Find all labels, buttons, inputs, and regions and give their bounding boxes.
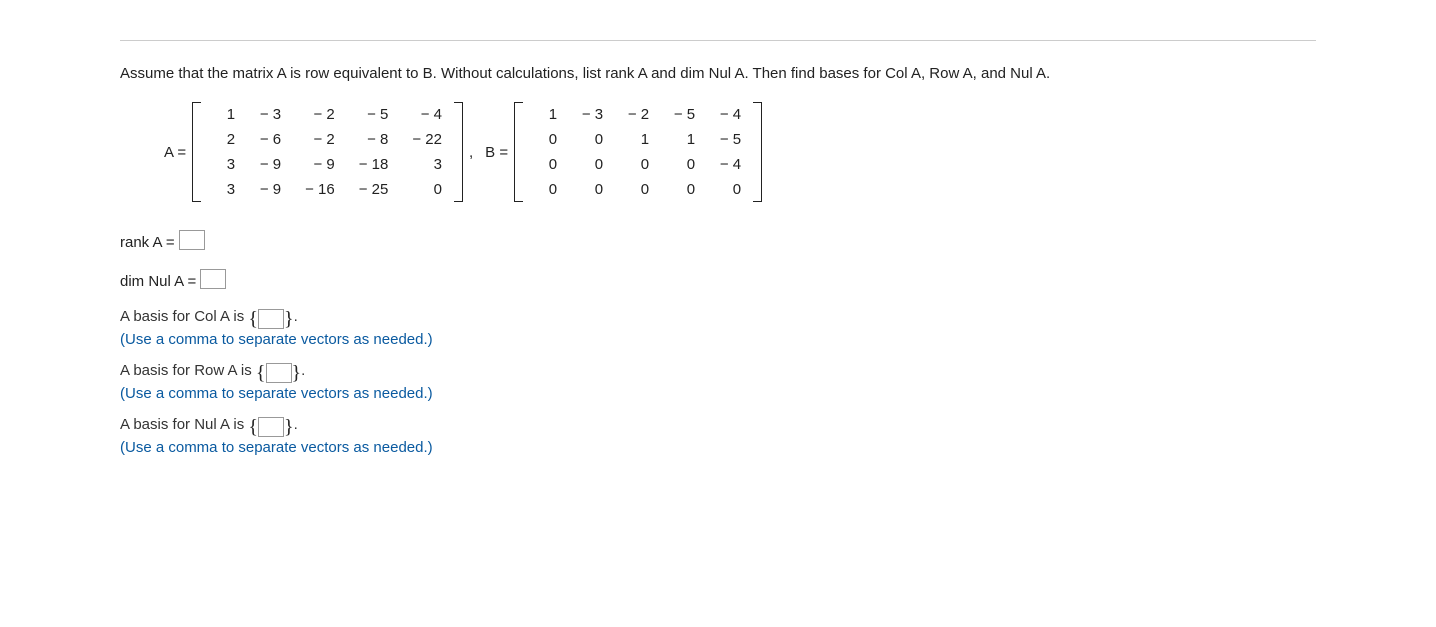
row-basis-label: A basis for Row A is	[120, 362, 256, 379]
brace-left-icon: {	[248, 418, 258, 436]
dimnul-label: dim Nul A =	[120, 273, 196, 290]
period: .	[294, 308, 298, 325]
bracket-left-icon	[192, 102, 201, 202]
nul-basis-hint: (Use a comma to separate vectors as need…	[120, 439, 1316, 456]
table-row: 0011− 5	[523, 127, 753, 152]
matrix-display: A = 1− 3− 2− 5− 4 2− 6− 2− 8− 22 3− 9− 9…	[158, 102, 1316, 202]
row-basis-input-wrap: { }	[256, 363, 301, 383]
table-row: 2− 6− 2− 8− 22	[201, 127, 454, 152]
matrix-b-label: B =	[485, 144, 508, 161]
row-basis-input[interactable]	[266, 363, 292, 383]
col-basis-block: A basis for Col A is { } . (Use a comma …	[120, 308, 1316, 348]
brace-right-icon: }	[292, 364, 302, 382]
brace-right-icon: }	[284, 310, 294, 328]
col-basis-input[interactable]	[258, 309, 284, 329]
table-row: 00000	[523, 177, 753, 202]
bracket-right-icon	[753, 102, 762, 202]
answers-section: rank A = dim Nul A = A basis for Col A i…	[120, 230, 1316, 456]
comma-label: ,	[469, 144, 473, 161]
nul-basis-input[interactable]	[258, 417, 284, 437]
table-row: 0000− 4	[523, 152, 753, 177]
bracket-right-icon	[454, 102, 463, 202]
matrix-b: 1− 3− 2− 5− 4 0011− 5 0000− 4 00000	[523, 102, 753, 202]
table-row: 1− 3− 2− 5− 4	[523, 102, 753, 127]
matrix-a: 1− 3− 2− 5− 4 2− 6− 2− 8− 22 3− 9− 9− 18…	[201, 102, 454, 202]
rank-input[interactable]	[179, 230, 205, 250]
brace-left-icon: {	[248, 310, 258, 328]
col-basis-input-wrap: { }	[248, 309, 293, 329]
nul-basis-block: A basis for Nul A is { } . (Use a comma …	[120, 416, 1316, 456]
table-row: 1− 3− 2− 5− 4	[201, 102, 454, 127]
question-text: Assume that the matrix A is row equivale…	[120, 65, 1316, 82]
nul-basis-input-wrap: { }	[248, 417, 293, 437]
bracket-left-icon	[514, 102, 523, 202]
dimnul-input[interactable]	[200, 269, 226, 289]
question-container: Assume that the matrix A is row equivale…	[120, 40, 1316, 456]
table-row: 3− 9− 9− 183	[201, 152, 454, 177]
table-row: 3− 9− 16− 250	[201, 177, 454, 202]
brace-right-icon: }	[284, 418, 294, 436]
dimnul-answer: dim Nul A =	[120, 269, 1316, 290]
col-basis-label: A basis for Col A is	[120, 308, 248, 325]
col-basis-hint: (Use a comma to separate vectors as need…	[120, 331, 1316, 348]
row-basis-block: A basis for Row A is { } . (Use a comma …	[120, 362, 1316, 402]
row-basis-hint: (Use a comma to separate vectors as need…	[120, 385, 1316, 402]
nul-basis-label: A basis for Nul A is	[120, 416, 248, 433]
matrix-a-label: A =	[164, 144, 186, 161]
period: .	[294, 416, 298, 433]
rank-label: rank A =	[120, 234, 175, 251]
rank-answer: rank A =	[120, 230, 1316, 251]
period: .	[301, 362, 305, 379]
brace-left-icon: {	[256, 364, 266, 382]
